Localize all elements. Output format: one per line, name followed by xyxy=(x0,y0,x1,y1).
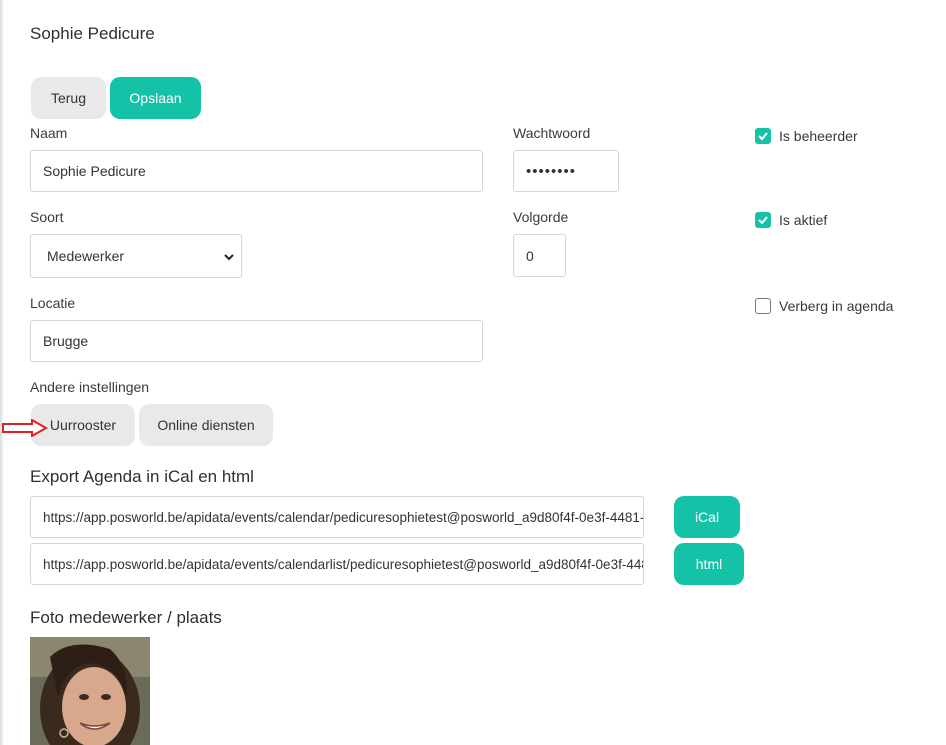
ical-url-input[interactable]: https://app.posworld.be/apidata/events/c… xyxy=(30,496,644,538)
order-input[interactable]: 0 xyxy=(513,234,566,277)
red-arrow-icon xyxy=(2,419,48,437)
admin-checkbox-label: Is beheerder xyxy=(779,128,858,144)
photo-section-title: Foto medewerker / plaats xyxy=(30,608,222,627)
employee-photo xyxy=(30,637,150,745)
name-label: Naam xyxy=(30,125,68,141)
location-input[interactable]: Brugge xyxy=(30,320,483,362)
save-button[interactable]: Opslaan xyxy=(110,77,201,119)
password-label: Wachtwoord xyxy=(513,125,591,141)
export-section-title: Export Agenda in iCal en html xyxy=(30,467,254,486)
name-input[interactable]: Sophie Pedicure xyxy=(30,150,483,192)
location-label: Locatie xyxy=(30,295,76,311)
active-checkbox-label: Is aktief xyxy=(779,212,828,228)
chevron-down-icon xyxy=(224,254,234,261)
password-input[interactable]: •••••••• xyxy=(513,150,619,192)
hide-in-agenda-checkbox[interactable] xyxy=(755,298,771,314)
type-select[interactable]: Medewerker xyxy=(30,234,242,278)
html-url-input[interactable]: https://app.posworld.be/apidata/events/c… xyxy=(30,543,644,585)
check-icon xyxy=(758,132,768,141)
order-label: Volgorde xyxy=(513,209,569,225)
active-checkbox[interactable] xyxy=(755,212,771,228)
check-icon xyxy=(758,216,768,225)
page-left-edge xyxy=(0,0,4,745)
ical-button[interactable]: iCal xyxy=(674,496,740,538)
hide-in-agenda-label: Verberg in agenda xyxy=(779,298,894,314)
type-label: Soort xyxy=(30,209,64,225)
other-settings-label: Andere instellingen xyxy=(30,379,150,395)
back-button[interactable]: Terug xyxy=(31,77,106,119)
html-button[interactable]: html xyxy=(674,543,744,585)
admin-checkbox[interactable] xyxy=(755,128,771,144)
online-services-button[interactable]: Online diensten xyxy=(139,404,273,446)
page-title: Sophie Pedicure xyxy=(30,24,155,43)
type-select-value: Medewerker xyxy=(47,248,125,264)
